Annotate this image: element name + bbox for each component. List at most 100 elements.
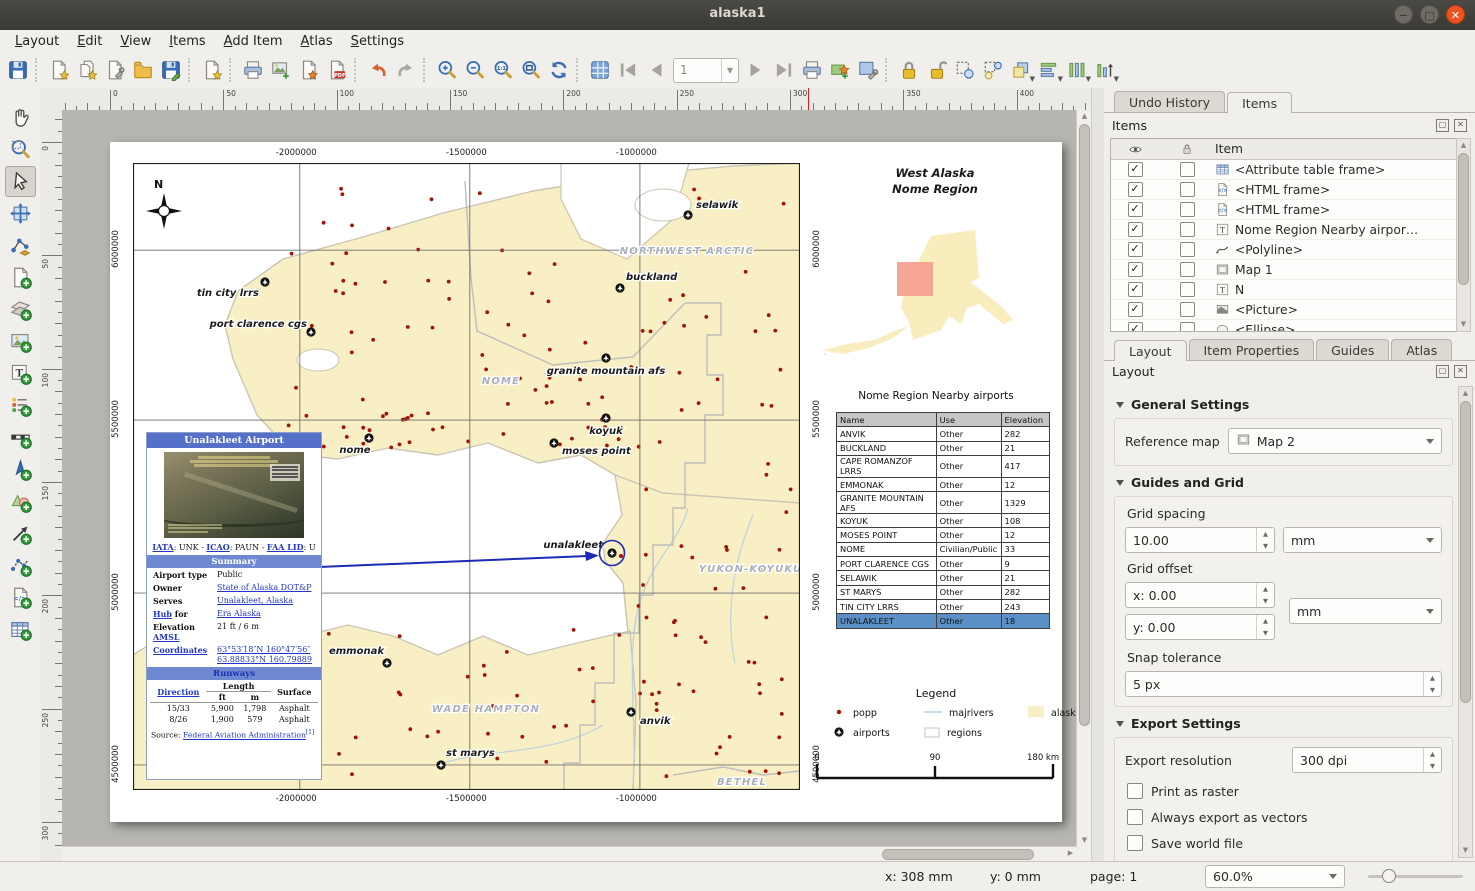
dock-tab-items[interactable]: Items	[1227, 92, 1292, 113]
layout-panel-close-icon[interactable]: ✕	[1454, 365, 1467, 378]
checkbox-print-as-raster[interactable]	[1127, 783, 1143, 799]
section-export-settings[interactable]: Export Settings	[1116, 716, 1453, 731]
add-items-from-template-button[interactable]	[198, 56, 226, 84]
maximize-button[interactable]: □	[1420, 5, 1439, 24]
checkbox-always-export-as-vectors[interactable]	[1127, 809, 1143, 825]
zoom-actual-button[interactable]: 1:1	[489, 56, 517, 84]
grid-offset-y-spinbox[interactable]: y: 0.00 ▲▼	[1125, 614, 1275, 640]
spin-up-icon[interactable]: ▲	[1257, 583, 1274, 595]
save-as-template-button[interactable]	[157, 56, 185, 84]
dropdown-arrow-icon[interactable]: ▼	[1114, 75, 1119, 83]
move-item-content-tool-button[interactable]	[5, 198, 36, 229]
add-picture-tool-button[interactable]	[5, 326, 36, 357]
lock-checkbox[interactable]	[1180, 162, 1195, 177]
lock-checkbox[interactable]	[1180, 202, 1195, 217]
panel-scroll-thumb[interactable]	[1460, 401, 1471, 703]
zoom-level-combo[interactable]: 60.0%	[1205, 865, 1345, 888]
items-list-row[interactable]: ✓</><HTML frame>	[1111, 200, 1456, 220]
layout-manager-button[interactable]	[101, 56, 129, 84]
snap-tolerance-spinbox[interactable]: 5 px ▲▼	[1125, 671, 1442, 697]
menu-items[interactable]: Items	[160, 33, 214, 50]
add-legend-tool-button[interactable]	[5, 390, 36, 421]
unlock-all-items-button[interactable]	[923, 56, 951, 84]
visibility-checkbox[interactable]: ✓	[1128, 262, 1143, 277]
add-north-arrow-tool-button[interactable]	[5, 454, 36, 485]
spin-down-icon[interactable]: ▼	[1424, 760, 1441, 772]
legend-item[interactable]: Legendpoppmajriversalaskaairportsregions	[810, 687, 1062, 741]
add-scalebar-tool-button[interactable]	[5, 422, 36, 453]
visibility-checkbox[interactable]: ✓	[1128, 242, 1143, 257]
menu-atlas[interactable]: Atlas	[292, 33, 342, 50]
spin-down-icon[interactable]: ▼	[1257, 540, 1274, 552]
export-resolution-spinbox[interactable]: 300 dpi ▲▼	[1292, 747, 1442, 773]
previous-feature-button[interactable]	[642, 56, 670, 84]
checkbox-save-world-file[interactable]	[1127, 835, 1143, 851]
spin-up-icon[interactable]: ▲	[1257, 528, 1274, 540]
panel-tab-layout[interactable]: Layout	[1114, 340, 1187, 361]
items-list-row[interactable]: ✓<Ellipse>	[1111, 320, 1456, 332]
align-items-button[interactable]: ▼	[1035, 56, 1063, 84]
add-node-item-tool-button[interactable]	[5, 550, 36, 581]
airports-attribute-table[interactable]: NameUseElevationANVIKOther282BUCKLANDOth…	[836, 412, 1050, 629]
select-move-item-tool-button[interactable]	[5, 166, 36, 197]
visibility-checkbox[interactable]: ✓	[1128, 302, 1143, 317]
print-atlas-button[interactable]	[798, 56, 826, 84]
atlas-settings-button[interactable]	[854, 56, 882, 84]
dock-tab-undo-history[interactable]: Undo History	[1114, 91, 1225, 112]
visibility-checkbox[interactable]: ✓	[1128, 282, 1143, 297]
items-scroll-down-icon[interactable]: ▼	[1457, 318, 1470, 331]
group-items-button[interactable]	[951, 56, 979, 84]
lock-checkbox[interactable]	[1180, 182, 1195, 197]
panel-scroll-down-icon[interactable]: ▼	[1459, 844, 1472, 857]
lock-checkbox[interactable]	[1180, 242, 1195, 257]
panel-tab-atlas[interactable]: Atlas	[1391, 339, 1452, 360]
last-feature-button[interactable]	[770, 56, 798, 84]
visibility-checkbox[interactable]: ✓	[1128, 322, 1143, 332]
composer-page[interactable]: NORTHWEST ARCTICNOMEYUKON-KOYUKUKWADE HA…	[110, 142, 1062, 822]
duplicate-layout-button[interactable]	[73, 56, 101, 84]
raise-items-button[interactable]: ▼	[1007, 56, 1035, 84]
spin-down-icon[interactable]: ▼	[1257, 595, 1274, 607]
items-list-row[interactable]: ✓Map 1	[1111, 260, 1456, 280]
grid-spacing-spinbox[interactable]: 10.00 ▲▼	[1125, 527, 1275, 553]
zoom-slider[interactable]	[1368, 875, 1463, 878]
next-feature-button[interactable]	[742, 56, 770, 84]
visibility-checkbox[interactable]: ✓	[1128, 202, 1143, 217]
combo-arrow-icon[interactable]: ▼	[721, 59, 738, 82]
add-shape-tool-button[interactable]	[5, 486, 36, 517]
minimize-button[interactable]: −	[1394, 5, 1413, 24]
lock-checkbox[interactable]	[1180, 262, 1195, 277]
visibility-checkbox[interactable]: ✓	[1128, 182, 1143, 197]
zoom-out-button[interactable]	[461, 56, 489, 84]
spin-down-icon[interactable]: ▼	[1257, 627, 1274, 639]
canvas-vscrollbar[interactable]: ▲ ▼	[1076, 110, 1092, 847]
section-general-settings[interactable]: General Settings	[1116, 397, 1453, 412]
lock-checkbox[interactable]	[1180, 322, 1195, 332]
airport-infobox-html-frame[interactable]: Unalakleet AirportIATA: UNK - ICAO: PAUN…	[146, 432, 322, 780]
lock-checkbox[interactable]	[1180, 282, 1195, 297]
ungroup-items-button[interactable]	[979, 56, 1007, 84]
scroll-right-icon[interactable]: ▶	[1064, 847, 1077, 860]
visibility-checkbox[interactable]: ✓	[1128, 222, 1143, 237]
spin-down-icon[interactable]: ▼	[1424, 684, 1441, 696]
items-scroll-thumb[interactable]	[1458, 153, 1469, 285]
north-arrow-icon[interactable]	[143, 190, 185, 236]
layout-canvas[interactable]: NORTHWEST ARCTICNOMEYUKON-KOYUKUKWADE HA…	[62, 110, 1092, 862]
print-layout-button[interactable]	[239, 56, 267, 84]
panel-scroll-up-icon[interactable]: ▲	[1459, 387, 1472, 400]
zoom-full-button[interactable]	[517, 56, 545, 84]
menu-edit[interactable]: Edit	[68, 33, 111, 50]
menu-settings[interactable]: Settings	[342, 33, 413, 50]
layout-panel-scrollbar[interactable]: ▲ ▼	[1458, 386, 1473, 858]
overview-title-item[interactable]: West AlaskaNome Region	[810, 166, 1060, 197]
close-button[interactable]: ✕	[1446, 5, 1465, 24]
spin-up-icon[interactable]: ▲	[1424, 748, 1441, 760]
pan-tool-button[interactable]	[5, 102, 36, 133]
export-as-pdf-button[interactable]: PDF	[323, 56, 351, 84]
items-list-scrollbar[interactable]: ▲ ▼	[1456, 138, 1471, 332]
layout-panel-float-icon[interactable]: ▢	[1436, 365, 1449, 378]
refresh-view-button[interactable]	[545, 56, 573, 84]
scalebar-item[interactable]: 090180 km	[813, 750, 1059, 788]
menu-add-item[interactable]: Add Item	[215, 33, 292, 50]
visibility-checkbox[interactable]: ✓	[1128, 162, 1143, 177]
